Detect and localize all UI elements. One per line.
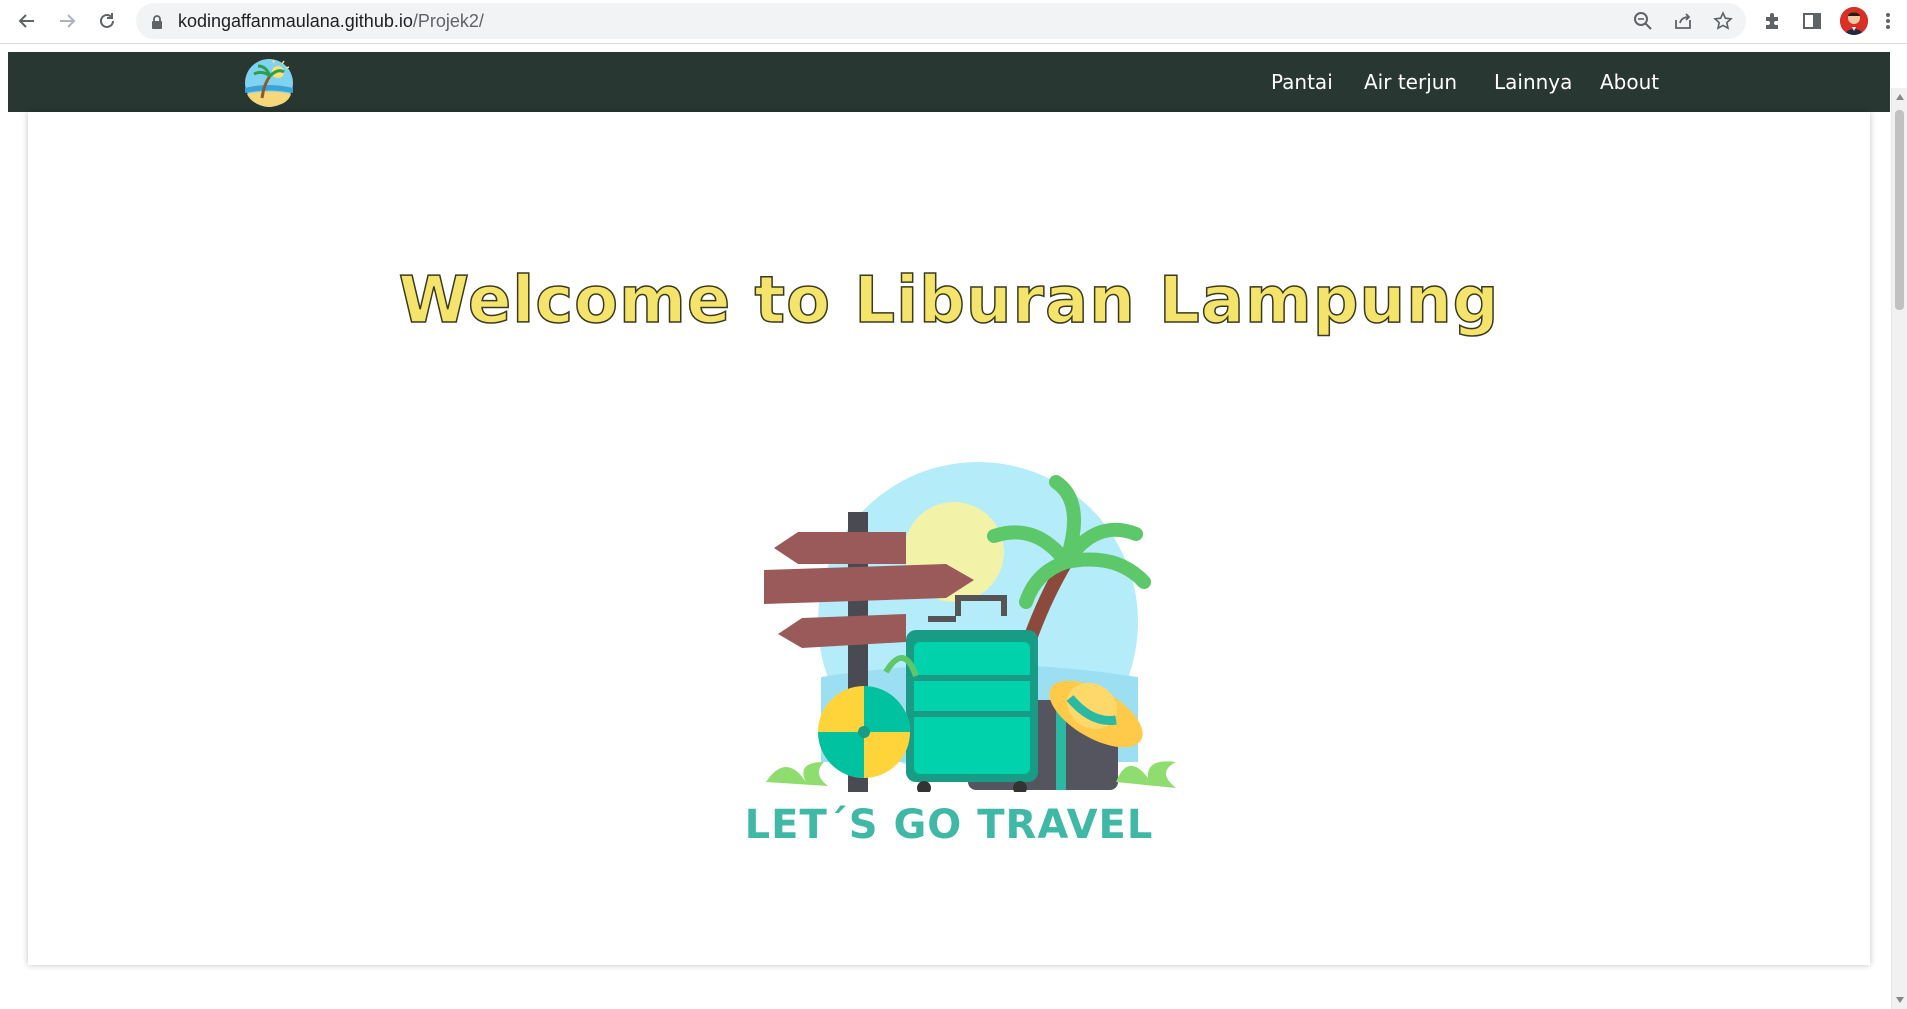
url-text[interactable]: kodingaffanmaulana.github.io/Projek2/ (178, 11, 484, 32)
site-menu-3: Lainnya (1494, 52, 1572, 112)
nav-link-lainnya[interactable]: Lainnya (1494, 70, 1572, 94)
hero-title: Welcome to Liburan Lampung (398, 263, 1500, 339)
nav-link-air-terjun[interactable]: Air terjun (1364, 70, 1457, 94)
profile-avatar[interactable] (1840, 7, 1868, 35)
site-menu: Pantai (1271, 52, 1333, 112)
travel-illustration (764, 462, 1176, 792)
scroll-down-arrow-icon[interactable] (1896, 997, 1904, 1003)
hero-slogan: LET´S GO TRAVEL (744, 802, 1154, 848)
page-viewport: Pantai Air terjun Lainnya About Welcome … (0, 44, 1907, 1009)
bookmark-star-icon[interactable] (1712, 10, 1734, 32)
zoom-icon[interactable] (1632, 10, 1654, 32)
lock-icon[interactable] (151, 14, 163, 33)
forward-icon[interactable] (54, 8, 80, 34)
extensions-icon[interactable] (1760, 9, 1784, 33)
scroll-thumb[interactable] (1895, 110, 1904, 310)
site-menu-4: About (1600, 52, 1659, 112)
nav-link-pantai[interactable]: Pantai (1271, 70, 1333, 94)
url-host: kodingaffanmaulana.github.io (178, 11, 413, 31)
nav-link-about[interactable]: About (1600, 70, 1659, 94)
url-path: /Projek2/ (412, 11, 484, 31)
address-bar[interactable]: kodingaffanmaulana.github.io/Projek2/ (136, 3, 1746, 39)
reload-icon[interactable] (94, 8, 120, 34)
scroll-up-arrow-icon[interactable] (1896, 94, 1904, 100)
browser-toolbar: kodingaffanmaulana.github.io/Projek2/ (0, 0, 1907, 44)
site-navbar: Pantai Air terjun Lainnya About (8, 52, 1890, 112)
site-logo[interactable] (244, 58, 294, 108)
more-menu-icon[interactable] (1880, 9, 1896, 33)
page-scrollbar[interactable] (1891, 88, 1907, 1009)
share-icon[interactable] (1672, 10, 1694, 32)
back-icon[interactable] (14, 8, 40, 34)
side-panel-icon[interactable] (1800, 9, 1824, 33)
site-menu-2: Air terjun (1364, 52, 1457, 112)
main-content: Welcome to Liburan Lampung LET´S GO TRAV… (28, 112, 1870, 965)
